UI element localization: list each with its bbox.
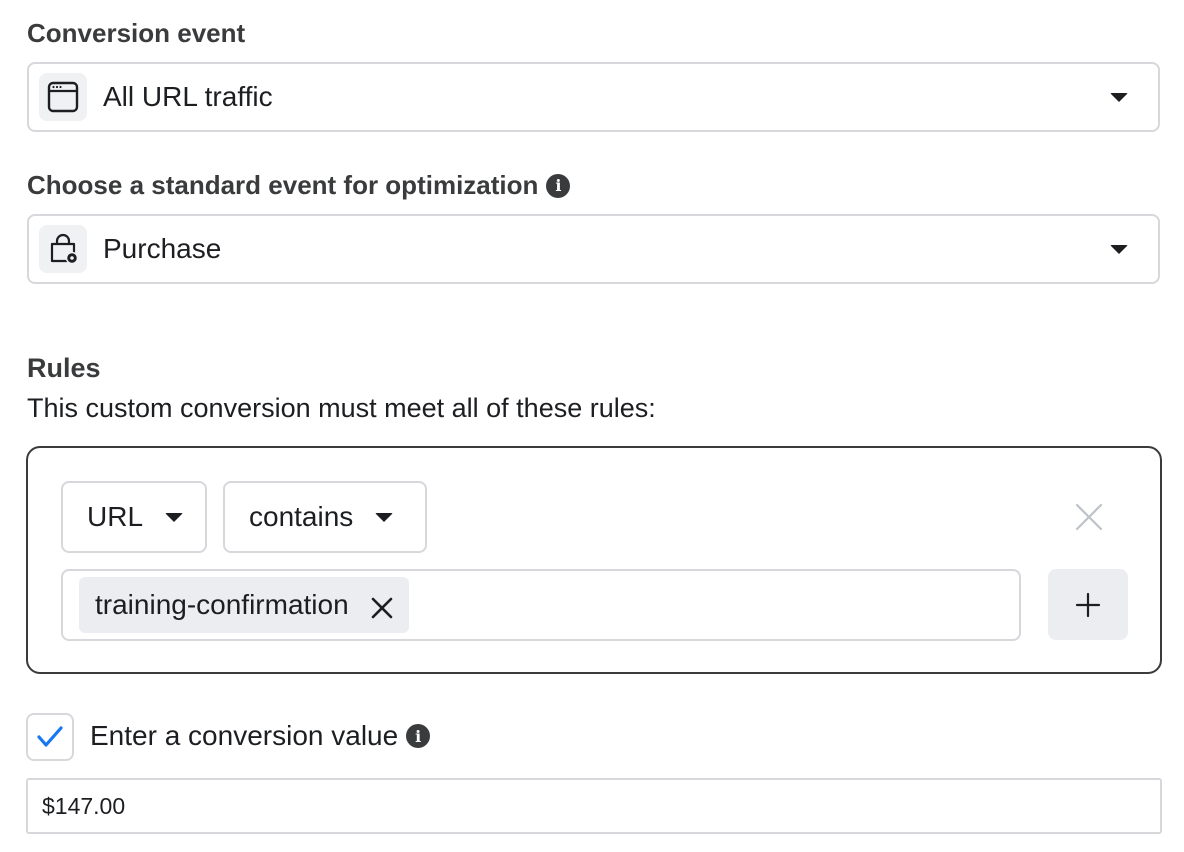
plus-icon (1075, 592, 1101, 617)
info-icon[interactable]: i (406, 724, 431, 748)
rule-field-select[interactable]: URL (61, 481, 207, 553)
custom-conversion-form: Conversion event All URL traffic Choose … (0, 0, 1184, 852)
conversion-event-value: All URL traffic (103, 81, 273, 112)
conversion-event-select[interactable]: All URL traffic (27, 62, 1160, 132)
rules-title: Rules (27, 353, 101, 383)
chevron-down-icon (375, 512, 394, 522)
info-icon[interactable]: i (546, 173, 571, 198)
rule-operator-value: contains (249, 501, 354, 532)
rule-value-input[interactable]: training-confirmation (61, 569, 1021, 641)
add-rule-value-button[interactable] (1048, 569, 1128, 640)
rule-field-value: URL (87, 501, 144, 532)
conversion-event-label: Conversion event (27, 18, 245, 49)
conversion-value-label-text: Enter a conversion value (90, 720, 399, 751)
rules-description: This custom conversion must meet all of … (27, 393, 656, 423)
rule-operator-select[interactable]: contains (223, 481, 427, 553)
conversion-event-label-text: Conversion event (27, 18, 246, 48)
tag-label: training-confirmation (95, 589, 349, 620)
close-icon[interactable] (371, 594, 393, 619)
chevron-down-icon (165, 512, 184, 522)
remove-rule-button[interactable] (1072, 500, 1106, 534)
rule-value-tag: training-confirmation (79, 577, 409, 633)
standard-event-value: Purchase (103, 233, 222, 264)
checkmark-icon (37, 726, 63, 747)
chevron-down-icon (1110, 92, 1128, 102)
shopping-bag-icon (39, 225, 87, 273)
conversion-value-checkbox[interactable] (26, 713, 74, 761)
standard-event-select[interactable]: Purchase (27, 214, 1160, 284)
rules-box: URL contains training-confirmation (26, 446, 1162, 674)
browser-window-icon (39, 73, 87, 121)
close-icon (1075, 503, 1103, 531)
standard-event-label-text: Choose a standard event for optimization (27, 170, 539, 200)
conversion-value-input[interactable] (26, 778, 1162, 834)
conversion-value-label: Enter a conversion value i (90, 720, 431, 752)
standard-event-label: Choose a standard event for optimization… (27, 170, 571, 201)
chevron-down-icon (1110, 244, 1128, 254)
